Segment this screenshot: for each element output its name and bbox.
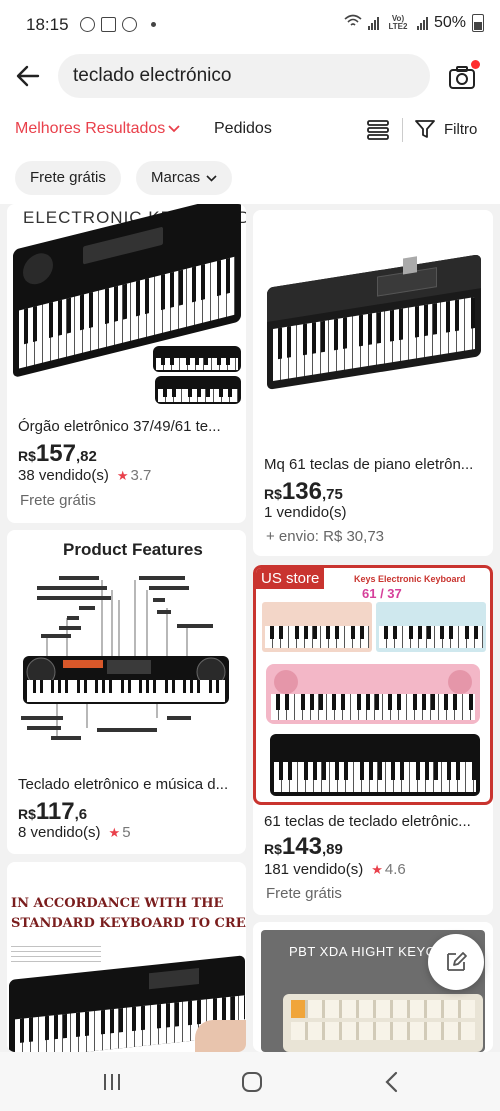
shipping-info: Frete grátis [20, 492, 96, 509]
check-notification-icon [80, 17, 95, 32]
search-header: teclado electrónico Melhores Resultados … [0, 52, 500, 156]
sold-count: 38 vendido(s) [18, 467, 109, 484]
us-store-badge: US store [256, 568, 325, 589]
product-price: R$ 117 ,6 [18, 798, 88, 825]
sold-count-row: 8 vendido(s) ★ 5 [18, 824, 131, 841]
sort-bar: Melhores Resultados Pedidos Filtro [0, 114, 500, 146]
sold-count-row: 181 vendido(s) ★ 4.6 [264, 861, 406, 878]
product-price: R$ 157 ,82 [18, 440, 97, 467]
product-image: Product Features [7, 530, 246, 766]
product-image-subcaption: 61 / 37 [362, 586, 402, 601]
sold-count: 8 vendido(s) [18, 824, 101, 841]
layout-toggle-button[interactable] [366, 118, 390, 142]
back-button[interactable] [14, 62, 48, 92]
filter-chips: Frete grátis Marcas [0, 156, 500, 204]
product-image: ELECTRONIC KEYBOARD [7, 204, 246, 408]
product-card[interactable]: IN ACCORDANCE WITH THE STANDARD KEYBOARD… [7, 862, 246, 1052]
features-diagram [21, 576, 229, 740]
product-image-caption: Product Features [63, 540, 203, 559]
image-search-button[interactable] [448, 60, 480, 92]
filter-icon [415, 120, 435, 138]
product-card[interactable]: Product Features Teclado eletrônico e mú… [7, 530, 246, 854]
search-input[interactable]: teclado electrónico [58, 54, 430, 98]
sold-count: 181 vendido(s) [264, 861, 364, 878]
battery-icon [472, 14, 484, 32]
wifi-icon [344, 14, 362, 32]
status-bar: 18:15 Vo) LTE2 50% [0, 0, 500, 52]
shipping-info: Frete grátis [266, 885, 342, 902]
sold-count-row: 1 vendido(s) [264, 504, 347, 521]
rating: 4.6 [384, 861, 406, 878]
home-button[interactable] [238, 1068, 266, 1096]
product-image-caption-2: STANDARD KEYBOARD TO CREATE [11, 916, 246, 931]
back-chevron-icon [385, 1071, 398, 1093]
product-card[interactable]: ELECTRONIC KEYBOARD Órgão eletrônico 37/… [7, 204, 246, 523]
chevron-down-icon [168, 125, 180, 133]
star-icon: ★ [116, 467, 129, 483]
star-icon: ★ [371, 861, 383, 877]
product-card[interactable]: Mq 61 teclas de piano eletrôn... R$ 136 … [253, 210, 493, 556]
product-image [253, 210, 493, 446]
signal-icon [367, 16, 379, 30]
sold-count-row: 38 vendido(s) ★ 3.7 [18, 467, 151, 484]
shipping-info: + envio: R$ 30,73 [266, 528, 385, 545]
edit-fab-button[interactable] [428, 934, 484, 990]
product-price: R$ 143 ,89 [264, 833, 343, 860]
product-image: US store Keys Electronic Keyboard 61 / 3… [253, 565, 493, 805]
star-icon: ★ [108, 824, 121, 840]
product-title: 61 teclas de teclado eletrônic... [264, 813, 471, 830]
product-image-caption: PBT XDA HIGHT KEYCA [289, 944, 445, 959]
product-card[interactable]: US store Keys Electronic Keyboard 61 / 3… [253, 565, 493, 915]
battery-percent: 50% [433, 14, 466, 31]
recent-apps-icon [104, 1074, 120, 1090]
signal-icon-2 [416, 16, 428, 30]
product-title: Teclado eletrônico e música d... [18, 776, 229, 793]
product-price: R$ 136 ,75 [264, 478, 343, 505]
arrow-left-icon [16, 65, 40, 87]
system-nav-bar [0, 1052, 500, 1111]
product-title: Órgão eletrônico 37/49/61 te... [18, 418, 221, 435]
chip-free-shipping[interactable]: Frete grátis [15, 161, 121, 195]
chip-brands[interactable]: Marcas [136, 161, 233, 195]
sort-best-results[interactable]: Melhores Resultados [15, 120, 180, 138]
rating: 3.7 [130, 467, 152, 484]
list-view-icon [367, 120, 389, 140]
chevron-down-icon [206, 174, 217, 182]
status-time: 18:15 [26, 15, 69, 34]
calendar-notification-icon [101, 17, 116, 32]
notification-dot [471, 60, 480, 69]
system-back-button[interactable] [378, 1068, 406, 1096]
sold-count: 1 vendido(s) [264, 504, 347, 521]
recent-apps-button[interactable] [98, 1068, 126, 1096]
product-image: IN ACCORDANCE WITH THE STANDARD KEYBOARD… [7, 862, 246, 1052]
home-icon [242, 1072, 262, 1092]
more-notifications-icon [151, 22, 156, 27]
sort-orders[interactable]: Pedidos [214, 120, 272, 138]
filter-button[interactable]: Filtro [414, 118, 477, 140]
lte-label: Vo) LTE2 [388, 14, 408, 31]
product-image-caption: Keys Electronic Keyboard [354, 574, 466, 584]
edit-icon [447, 952, 467, 971]
flame-notification-icon [122, 17, 137, 32]
divider [402, 118, 403, 142]
product-title: Mq 61 teclas de piano eletrôn... [264, 456, 474, 473]
rating: 5 [122, 824, 131, 841]
product-image-caption-1: IN ACCORDANCE WITH THE [11, 896, 224, 911]
